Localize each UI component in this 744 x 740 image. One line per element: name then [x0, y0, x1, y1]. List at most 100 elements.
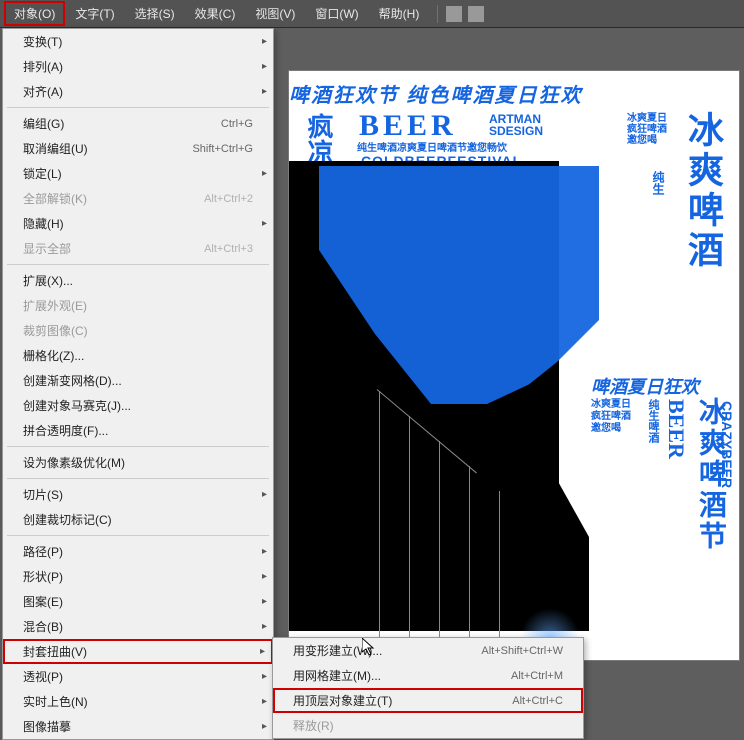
- menu-item-label: 变换(T): [23, 33, 62, 50]
- menu-item[interactable]: 创建裁切标记(C): [3, 507, 273, 532]
- submenu-item-label: 用网格建立(M)...: [293, 667, 381, 684]
- menu-item-label: 路径(P): [23, 543, 63, 560]
- menu-item[interactable]: 拼合透明度(F)...: [3, 418, 273, 443]
- submenu-shortcut: Alt+Ctrl+M: [511, 670, 563, 682]
- art2-small: 冰爽夏日 疯狂啤酒 邀您喝: [591, 399, 631, 435]
- menu-item-label: 设为像素级优化(M): [23, 454, 125, 471]
- menu-item[interactable]: 对齐(A): [3, 79, 273, 104]
- menu-item[interactable]: 图案(E): [3, 589, 273, 614]
- guide: [439, 441, 440, 651]
- menu-item[interactable]: 栅格化(Z)...: [3, 343, 273, 368]
- menu-item[interactable]: 创建对象马赛克(J)...: [3, 393, 273, 418]
- menu-item-label: 混合(B): [23, 618, 63, 635]
- menu-item[interactable]: 取消编组(U) Shift+Ctrl+G: [3, 136, 273, 161]
- submenu-item[interactable]: 用顶层对象建立(T) Alt+Ctrl+C: [273, 688, 583, 713]
- menu-shortcut: Alt+Ctrl+3: [204, 243, 253, 255]
- menu-item-label: 栅格化(Z)...: [23, 347, 84, 364]
- menu-item[interactable]: 锁定(L): [3, 161, 273, 186]
- submenu-shortcut: Alt+Ctrl+C: [512, 695, 563, 707]
- menu-item-label: 创建渐变网格(D)...: [23, 372, 122, 389]
- art-copy: 啤酒夏日狂欢 冰爽夏日 疯狂啤酒 邀您喝 冰爽啤酒节 BEER 纯生啤酒 CRA…: [591, 373, 731, 673]
- menu-item[interactable]: 形状(P): [3, 564, 273, 589]
- menubar-effect[interactable]: 效果(C): [185, 1, 246, 26]
- menu-item[interactable]: 变换(T): [3, 29, 273, 54]
- guide: [469, 466, 470, 651]
- submenu-item-label: 释放(R): [293, 717, 334, 734]
- submenu-item: 释放(R): [273, 713, 583, 738]
- menu-item[interactable]: 透视(P): [3, 664, 273, 689]
- menu-item-label: 图案(E): [23, 593, 63, 610]
- menu-item[interactable]: 创建渐变网格(D)...: [3, 368, 273, 393]
- art-title: 啤酒狂欢节 纯色啤酒夏日狂欢: [289, 79, 583, 108]
- art-mini: 纯生: [650, 171, 667, 195]
- menu-item-label: 封套扭曲(V): [23, 643, 87, 660]
- menu-item: 裁剪图像(C): [3, 318, 273, 343]
- toolbar-icon[interactable]: [468, 6, 484, 22]
- menu-item-label: 隐藏(H): [23, 215, 64, 232]
- menu-item[interactable]: 排列(A): [3, 54, 273, 79]
- menubar-type[interactable]: 文字(T): [65, 1, 124, 26]
- envelope-submenu: 用变形建立(W)...Alt+Shift+Ctrl+W 用网格建立(M)... Al…: [272, 637, 584, 739]
- guide: [379, 391, 380, 651]
- menu-item[interactable]: 编组(G) Ctrl+G: [3, 111, 273, 136]
- menu-item[interactable]: 路径(P): [3, 539, 273, 564]
- menu-item[interactable]: 隐藏(H): [3, 211, 273, 236]
- menu-item-label: 显示全部: [23, 240, 71, 257]
- menu-item[interactable]: 图像描摹: [3, 714, 273, 739]
- guide: [409, 416, 410, 651]
- guide: [499, 491, 500, 651]
- menubar-view[interactable]: 视图(V): [245, 1, 305, 26]
- menu-item-label: 实时上色(N): [23, 693, 88, 710]
- menubar-separator: [437, 5, 438, 23]
- menu-item-label: 取消编组(U): [23, 140, 88, 157]
- menu-item-label: 创建裁切标记(C): [23, 511, 112, 528]
- artboard[interactable]: 啤酒狂欢节 纯色啤酒夏日狂欢 疯凉 BEER ARTMAN SDESIGN 纯生…: [288, 70, 740, 661]
- menu-shortcut: Shift+Ctrl+G: [192, 143, 253, 155]
- submenu-item[interactable]: 用变形建立(W)...Alt+Shift+Ctrl+W: [273, 638, 583, 663]
- menu-item-label: 全部解锁(K): [23, 190, 87, 207]
- menu-item: 全部解锁(K) Alt+Ctrl+2: [3, 186, 273, 211]
- menu-item[interactable]: 混合(B): [3, 614, 273, 639]
- menu-item-label: 透视(P): [23, 668, 63, 685]
- menubar-object[interactable]: 对象(O): [4, 1, 65, 26]
- menubar-window[interactable]: 窗口(W): [305, 1, 368, 26]
- menu-item-label: 切片(S): [23, 486, 63, 503]
- submenu-item[interactable]: 用网格建立(M)... Alt+Ctrl+M: [273, 663, 583, 688]
- menubar: 对象(O) 文字(T) 选择(S) 效果(C) 视图(V) 窗口(W) 帮助(H…: [0, 0, 744, 28]
- menu-shortcut: Alt+Ctrl+2: [204, 193, 253, 205]
- menu-item-label: 编组(G): [23, 115, 64, 132]
- menu-item[interactable]: 封套扭曲(V): [3, 639, 273, 664]
- menu-item-label: 创建对象马赛克(J)...: [23, 397, 131, 414]
- menu-separator: [7, 478, 269, 479]
- submenu-shortcut: Alt+Shift+Ctrl+W: [481, 645, 563, 657]
- menu-item-label: 形状(P): [23, 568, 63, 585]
- menu-item[interactable]: 扩展(X)...: [3, 268, 273, 293]
- art2-crazy: CRAZYBEER: [719, 401, 735, 488]
- art-beer: BEER: [359, 109, 457, 143]
- art2-title: 啤酒夏日狂欢: [591, 373, 699, 399]
- art2-beer: BEER: [663, 399, 689, 459]
- menu-item[interactable]: 设为像素级优化(M): [3, 450, 273, 475]
- object-menu-dropdown: 变换(T) 排列(A) 对齐(A) 编组(G) Ctrl+G 取消编组(U) Shift+C…: [2, 28, 274, 740]
- submenu-item-label: 用顶层对象建立(T): [293, 692, 392, 709]
- art-script: 纯生啤酒凉爽夏日啤酒节邀您畅饮: [357, 139, 507, 154]
- menu-shortcut: Ctrl+G: [221, 118, 253, 130]
- art2-side: 纯生啤酒: [645, 399, 661, 443]
- menu-item-label: 扩展(X)...: [23, 272, 73, 289]
- art-vert1: 疯凉: [301, 113, 338, 165]
- toolbar-icon[interactable]: [446, 6, 462, 22]
- menu-separator: [7, 107, 269, 108]
- menu-item-label: 扩展外观(E): [23, 297, 87, 314]
- menu-item[interactable]: 切片(S): [3, 482, 273, 507]
- art-side-small: 冰爽夏日 疯狂啤酒 邀您喝: [627, 113, 667, 146]
- menubar-select[interactable]: 选择(S): [125, 1, 185, 26]
- menu-item[interactable]: 实时上色(N): [3, 689, 273, 714]
- menu-item-label: 拼合透明度(F)...: [23, 422, 108, 439]
- art-ice: 冰爽啤酒: [677, 111, 729, 271]
- art-brand: ARTMAN SDESIGN: [489, 113, 543, 137]
- menubar-help[interactable]: 帮助(H): [369, 1, 430, 26]
- menu-item-label: 图像描摹: [23, 718, 71, 735]
- menu-separator: [7, 535, 269, 536]
- menu-separator: [7, 446, 269, 447]
- menu-item-label: 排列(A): [23, 58, 63, 75]
